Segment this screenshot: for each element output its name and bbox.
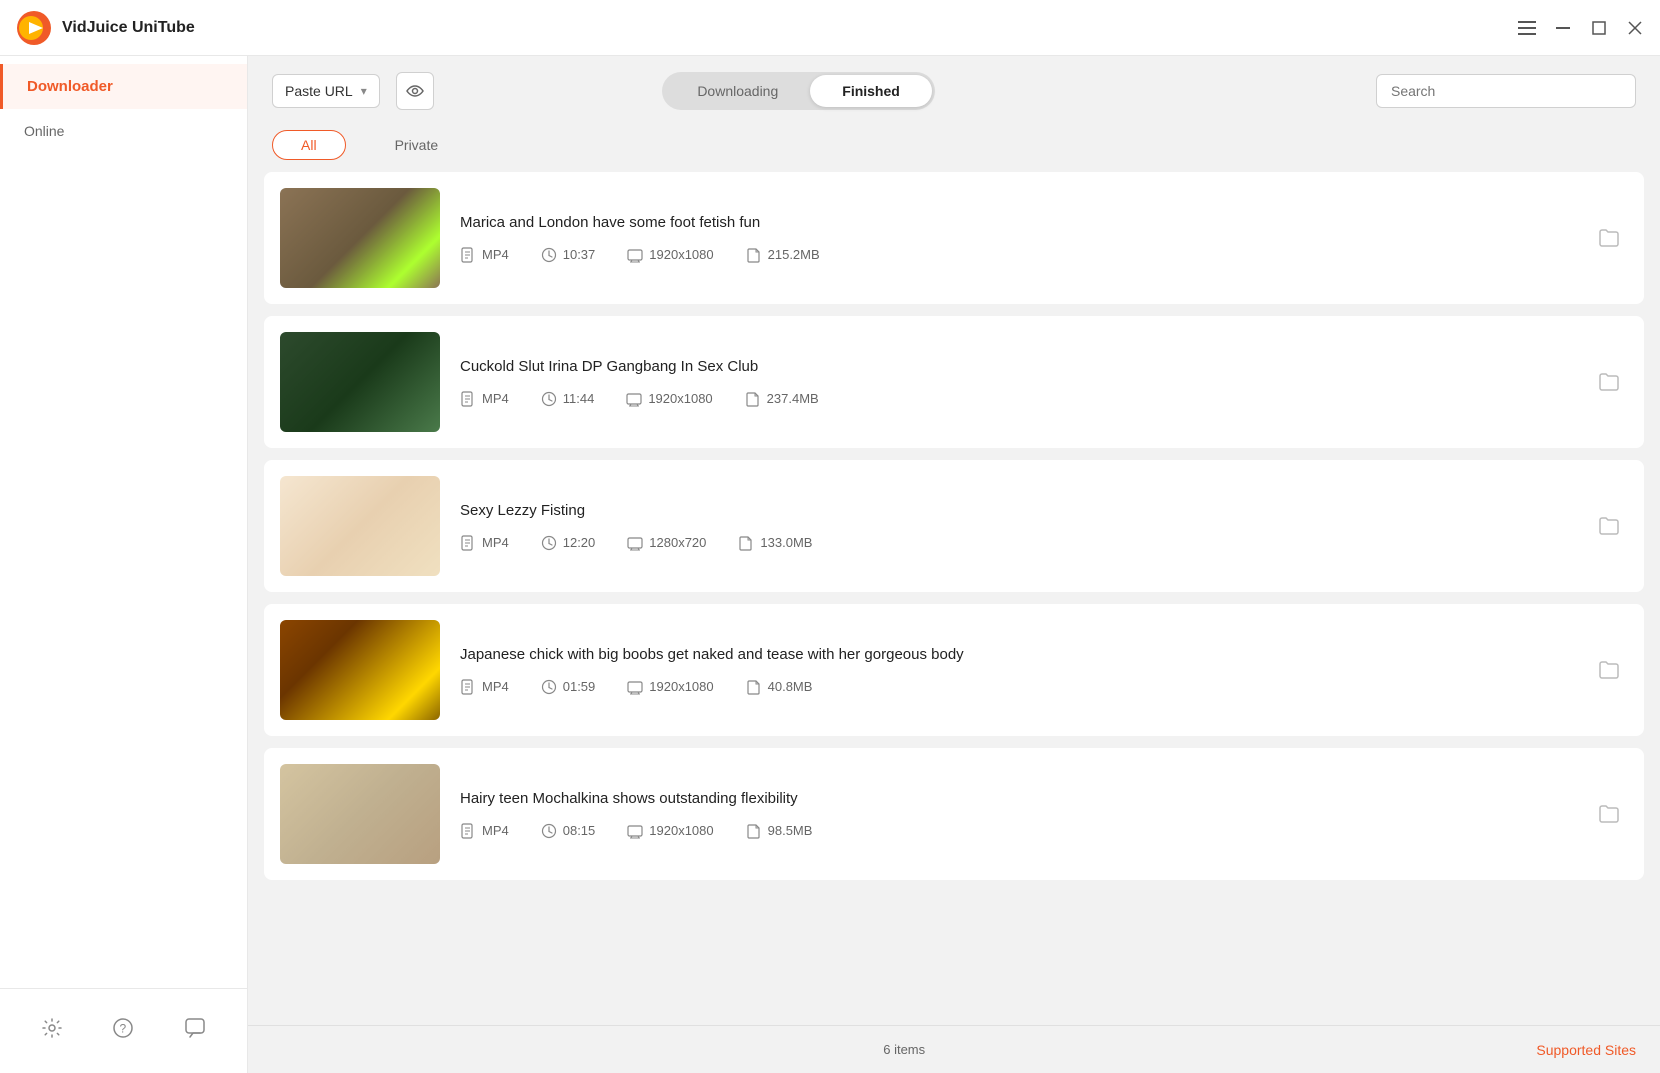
video-format-5: MP4 bbox=[460, 823, 509, 839]
download-status-tabs: Downloading Finished bbox=[662, 72, 935, 110]
video-size-5: 98.5MB bbox=[746, 823, 813, 839]
menu-button[interactable] bbox=[1518, 19, 1536, 37]
sidebar: Downloader Online ? bbox=[0, 56, 248, 1073]
app-title: VidJuice UniTube bbox=[62, 19, 1518, 37]
sidebar-item-downloader[interactable]: Downloader bbox=[0, 64, 247, 109]
video-resolution-1: 1920x1080 bbox=[627, 247, 713, 263]
video-format-4: MP4 bbox=[460, 679, 509, 695]
footer-items-count: 6 items bbox=[272, 1042, 1536, 1057]
open-folder-button-2[interactable] bbox=[1592, 364, 1628, 400]
footer: 6 items Supported Sites bbox=[248, 1025, 1660, 1073]
video-thumbnail-1 bbox=[280, 188, 440, 288]
video-format-3: MP4 bbox=[460, 535, 509, 551]
video-meta-3: MP4 12:20 bbox=[460, 535, 1572, 551]
window-controls bbox=[1518, 19, 1644, 37]
video-title-5: Hairy teen Mochalkina shows outstanding … bbox=[460, 790, 1572, 807]
video-resolution-2: 1920x1080 bbox=[626, 391, 712, 407]
eye-button[interactable] bbox=[396, 72, 434, 110]
video-duration-2: 11:44 bbox=[541, 391, 595, 407]
video-info-2: Cuckold Slut Irina DP Gangbang In Sex Cl… bbox=[460, 358, 1572, 407]
supported-sites-link[interactable]: Supported Sites bbox=[1536, 1042, 1636, 1058]
sidebar-item-online[interactable]: Online bbox=[0, 109, 247, 153]
settings-icon[interactable] bbox=[33, 1009, 71, 1053]
video-duration-3: 12:20 bbox=[541, 535, 596, 551]
sub-tab-private[interactable]: Private bbox=[366, 130, 468, 160]
open-folder-button-1[interactable] bbox=[1592, 220, 1628, 256]
video-meta-2: MP4 11:44 bbox=[460, 391, 1572, 407]
video-title-2: Cuckold Slut Irina DP Gangbang In Sex Cl… bbox=[460, 358, 1572, 375]
video-title-4: Japanese chick with big boobs get naked … bbox=[460, 646, 1572, 663]
main-layout: Downloader Online ? bbox=[0, 56, 1660, 1073]
video-info-4: Japanese chick with big boobs get naked … bbox=[460, 646, 1572, 695]
video-item-1: Marica and London have some foot fetish … bbox=[264, 172, 1644, 304]
video-duration-4: 01:59 bbox=[541, 679, 596, 695]
close-button[interactable] bbox=[1626, 19, 1644, 37]
video-resolution-4: 1920x1080 bbox=[627, 679, 713, 695]
video-meta-4: MP4 01:59 bbox=[460, 679, 1572, 695]
video-item-2: Cuckold Slut Irina DP Gangbang In Sex Cl… bbox=[264, 316, 1644, 448]
video-size-3: 133.0MB bbox=[738, 535, 812, 551]
video-resolution-3: 1280x720 bbox=[627, 535, 706, 551]
sub-tab-all[interactable]: All bbox=[272, 130, 346, 160]
video-meta-1: MP4 10:37 bbox=[460, 247, 1572, 263]
video-info-5: Hairy teen Mochalkina shows outstanding … bbox=[460, 790, 1572, 839]
video-thumbnail-5 bbox=[280, 764, 440, 864]
tab-downloading[interactable]: Downloading bbox=[665, 75, 810, 107]
video-thumbnail-3 bbox=[280, 476, 440, 576]
video-title-3: Sexy Lezzy Fisting bbox=[460, 502, 1572, 519]
video-size-4: 40.8MB bbox=[746, 679, 813, 695]
paste-url-dropdown-arrow: ▾ bbox=[361, 84, 367, 98]
help-icon[interactable]: ? bbox=[104, 1009, 142, 1053]
minimize-button[interactable] bbox=[1554, 19, 1572, 37]
open-folder-button-4[interactable] bbox=[1592, 652, 1628, 688]
video-title-1: Marica and London have some foot fetish … bbox=[460, 214, 1572, 231]
video-format-1: MP4 bbox=[460, 247, 509, 263]
video-list: Marica and London have some foot fetish … bbox=[248, 172, 1660, 1025]
video-size-2: 237.4MB bbox=[745, 391, 819, 407]
video-info-3: Sexy Lezzy Fisting MP4 bbox=[460, 502, 1572, 551]
svg-text:?: ? bbox=[120, 1022, 127, 1036]
video-item-5: Hairy teen Mochalkina shows outstanding … bbox=[264, 748, 1644, 880]
paste-url-button[interactable]: Paste URL ▾ bbox=[272, 74, 380, 108]
chat-icon[interactable] bbox=[176, 1009, 214, 1053]
video-duration-5: 08:15 bbox=[541, 823, 596, 839]
titlebar: VidJuice UniTube bbox=[0, 0, 1660, 56]
video-duration-1: 10:37 bbox=[541, 247, 596, 263]
sub-tabs: All Private bbox=[248, 126, 1660, 172]
video-size-1: 215.2MB bbox=[746, 247, 820, 263]
video-thumbnail-2 bbox=[280, 332, 440, 432]
video-format-2: MP4 bbox=[460, 391, 509, 407]
video-thumbnail-4 bbox=[280, 620, 440, 720]
content-area: Paste URL ▾ Downloading Finished All Pr bbox=[248, 56, 1660, 1073]
maximize-button[interactable] bbox=[1590, 19, 1608, 37]
video-resolution-5: 1920x1080 bbox=[627, 823, 713, 839]
video-item-4: Japanese chick with big boobs get naked … bbox=[264, 604, 1644, 736]
video-meta-5: MP4 08:15 bbox=[460, 823, 1572, 839]
toolbar: Paste URL ▾ Downloading Finished bbox=[248, 56, 1660, 126]
tab-finished[interactable]: Finished bbox=[810, 75, 932, 107]
search-input[interactable] bbox=[1376, 74, 1636, 108]
open-folder-button-3[interactable] bbox=[1592, 508, 1628, 544]
video-info-1: Marica and London have some foot fetish … bbox=[460, 214, 1572, 263]
sidebar-nav: Downloader Online bbox=[0, 56, 247, 988]
app-logo bbox=[16, 10, 52, 46]
open-folder-button-5[interactable] bbox=[1592, 796, 1628, 832]
sidebar-bottom: ? bbox=[0, 988, 247, 1073]
video-item-3: Sexy Lezzy Fisting MP4 bbox=[264, 460, 1644, 592]
